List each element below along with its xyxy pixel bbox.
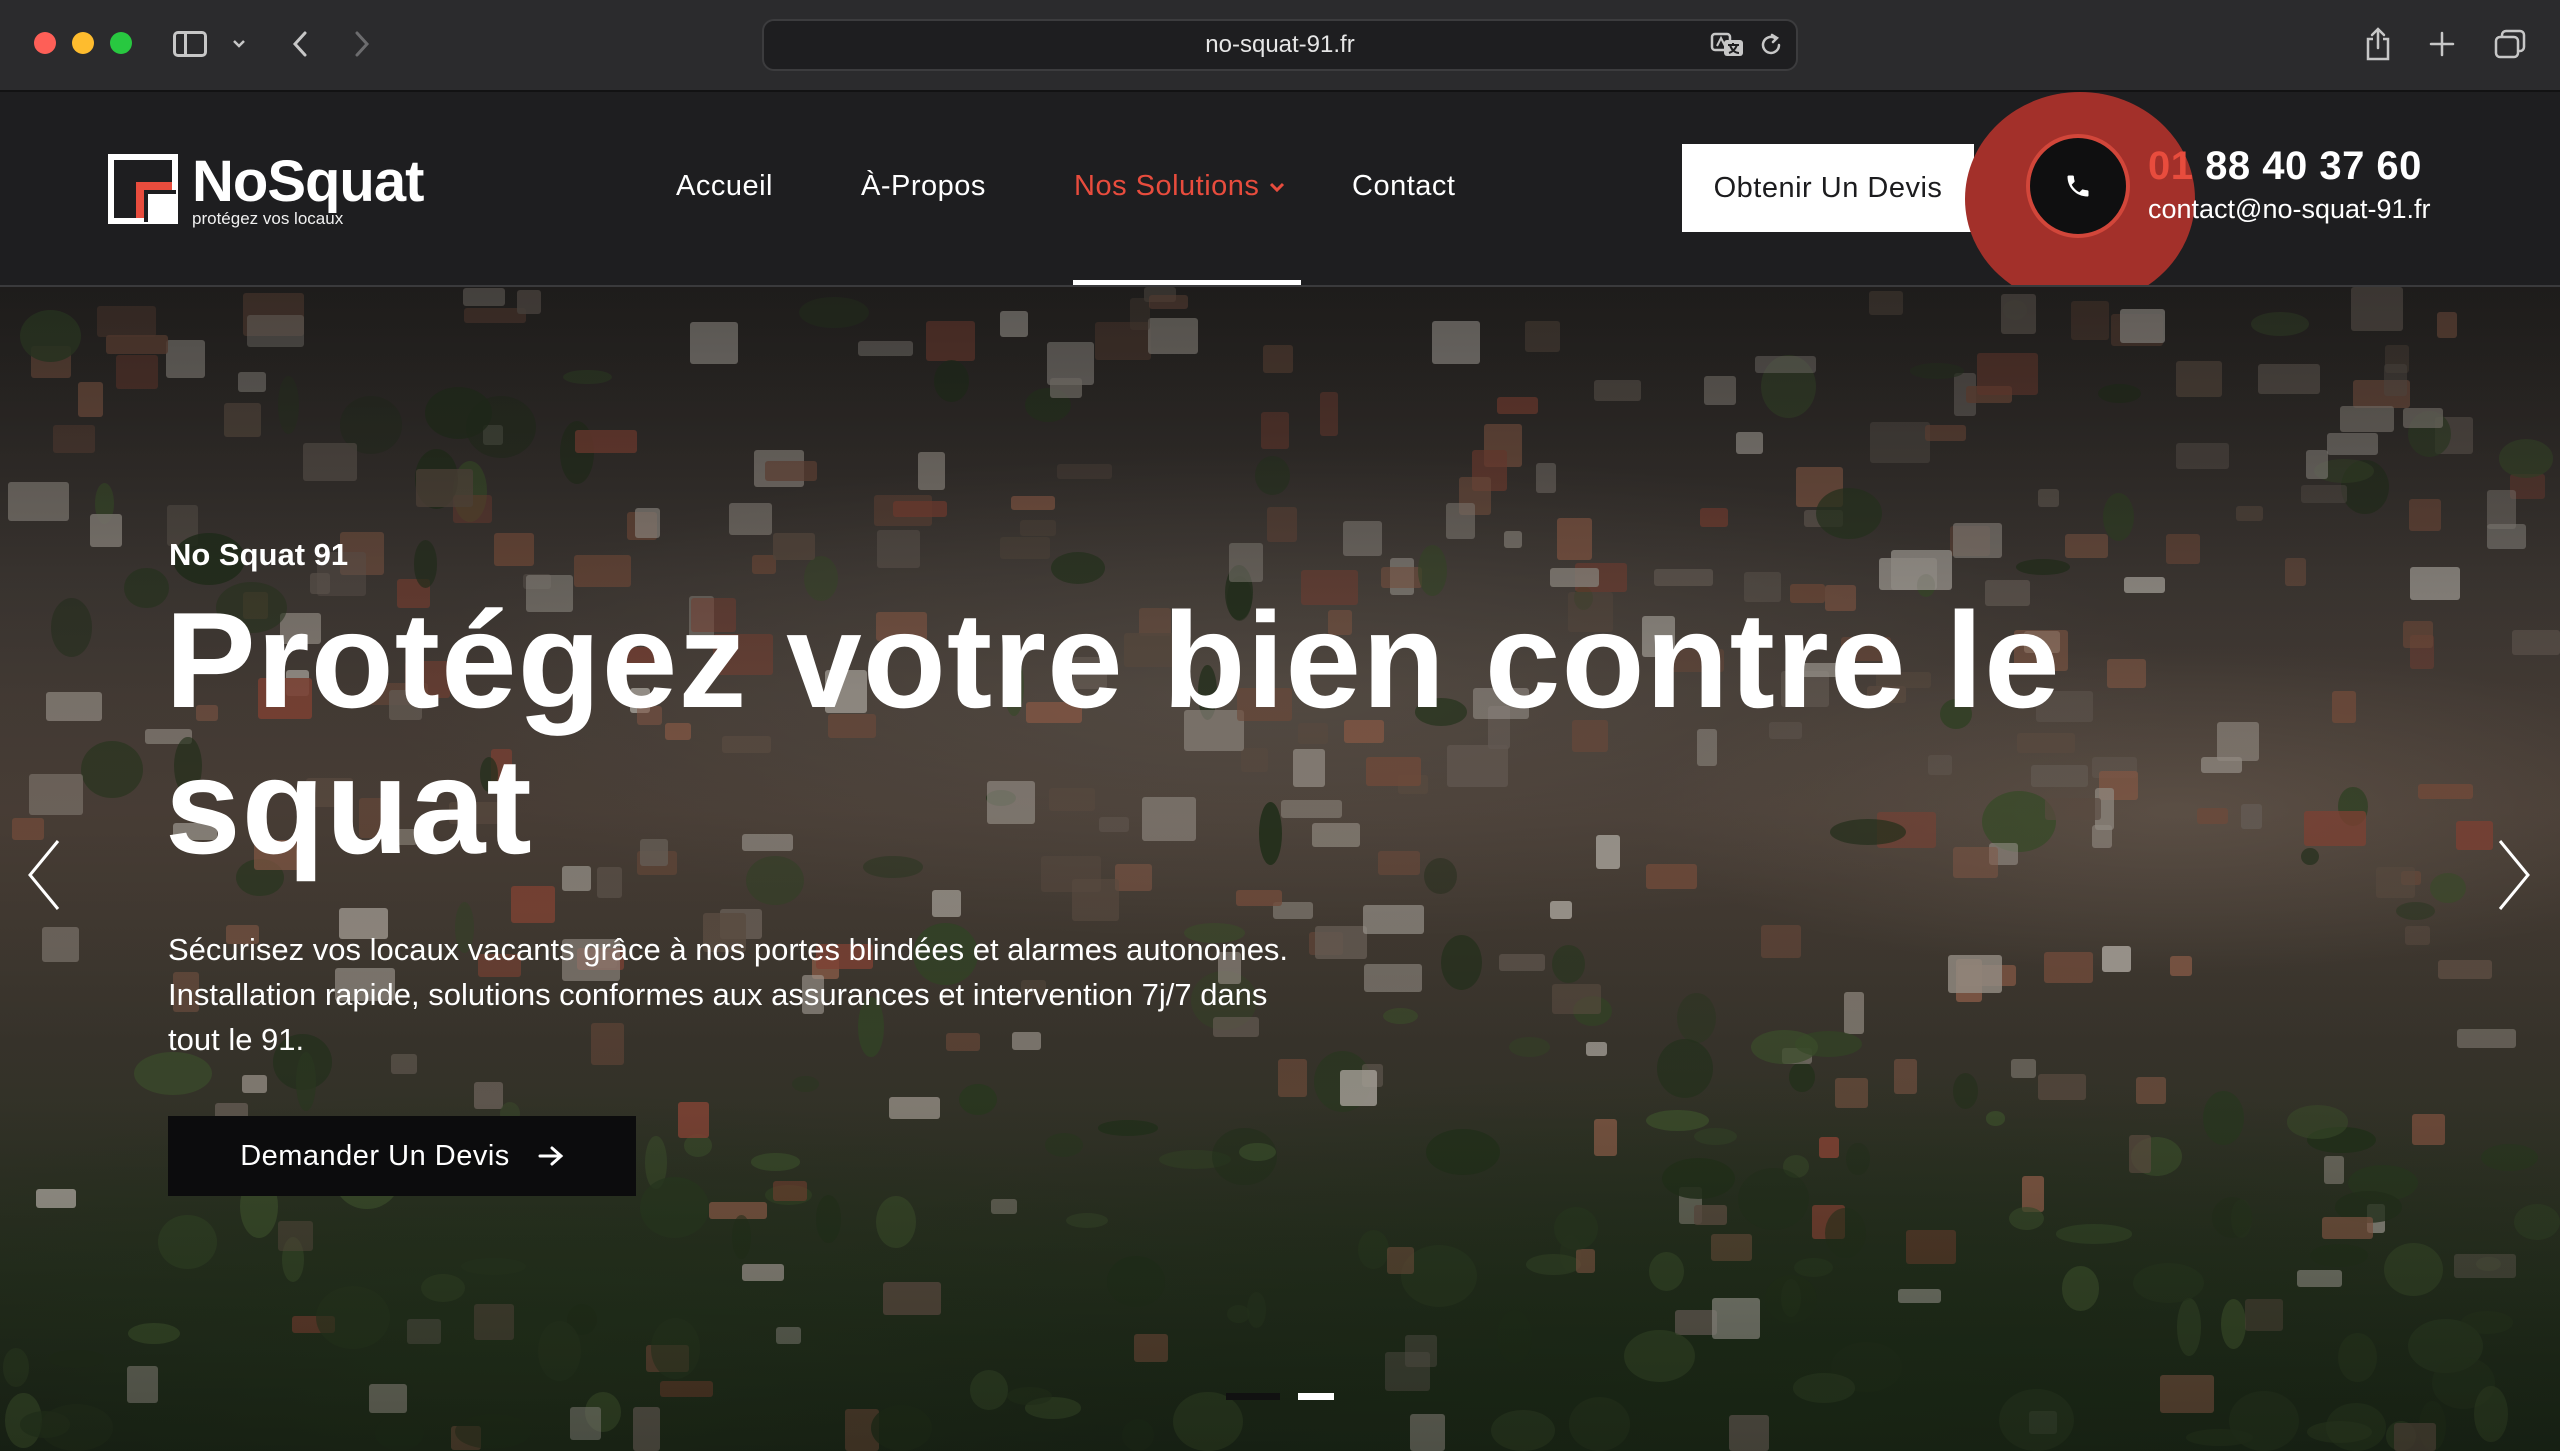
nav-item-a-propos[interactable]: À-Propos — [861, 170, 986, 203]
phone-prefix: 01 — [2148, 144, 2194, 188]
nav-item-nos-solutions[interactable]: Nos Solutions — [1074, 170, 1285, 203]
tabs-icon — [2494, 29, 2526, 59]
slider-pagination — [1226, 1393, 1334, 1400]
minimize-window-button[interactable] — [72, 32, 94, 54]
hero-title: Protégez votre bien contre le squat — [165, 584, 2061, 882]
get-quote-button[interactable]: Obtenir Un Devis — [1682, 144, 1974, 232]
phone-number[interactable]: 01 88 40 37 60 — [2148, 144, 2422, 189]
arrow-right-icon — [538, 1146, 564, 1166]
close-window-button[interactable] — [34, 32, 56, 54]
tab-overview-button[interactable] — [2490, 24, 2530, 64]
chevron-down-icon — [233, 40, 245, 48]
window-controls — [34, 32, 132, 54]
request-quote-button[interactable]: Demander Un Devis — [168, 1116, 636, 1196]
sidebar-icon — [173, 31, 207, 57]
browser-toolbar: no-squat-91.fr — [0, 0, 2560, 92]
maximize-window-button[interactable] — [110, 32, 132, 54]
nav-item-accueil[interactable]: Accueil — [676, 170, 773, 203]
chevron-left-icon — [28, 840, 60, 910]
site-logo[interactable]: NoSquat protégez vos locaux — [108, 149, 424, 228]
forward-button[interactable] — [344, 24, 380, 64]
chevron-down-icon — [1270, 182, 1285, 192]
nav-item-nos-solutions-label: Nos Solutions — [1074, 170, 1260, 202]
request-quote-label: Demander Un Devis — [240, 1139, 510, 1172]
chevron-right-icon — [2498, 840, 2530, 910]
site-header: NoSquat protégez vos locaux Accueil À-Pr… — [0, 92, 2560, 287]
new-tab-button[interactable] — [2424, 24, 2460, 64]
phone-icon — [2067, 175, 2089, 197]
url-text: no-squat-91.fr — [1205, 31, 1355, 58]
back-icon — [292, 31, 307, 57]
plus-icon — [2429, 31, 2455, 57]
back-button[interactable] — [282, 24, 318, 64]
slider-dot-1[interactable] — [1226, 1393, 1280, 1400]
translate-icon[interactable] — [1710, 31, 1746, 59]
forward-icon — [355, 31, 370, 57]
nav-item-contact[interactable]: Contact — [1352, 170, 1455, 203]
nav-active-indicator — [1073, 280, 1301, 285]
address-bar[interactable]: no-squat-91.fr — [762, 19, 1798, 71]
slider-prev-button[interactable] — [24, 837, 64, 913]
hero-slider: No Squat 91 Protégez votre bien contre l… — [0, 287, 2560, 1451]
slider-dot-2[interactable] — [1298, 1393, 1334, 1400]
logo-icon — [108, 154, 178, 224]
contact-email-link[interactable]: contact@no-squat-91.fr — [2148, 194, 2431, 225]
hero-description: Sécurisez vos locaux vacants grâce à nos… — [168, 932, 1289, 1057]
share-button[interactable] — [2360, 24, 2396, 64]
reload-icon[interactable] — [1758, 32, 1784, 58]
sidebar-toggle-button[interactable] — [170, 24, 210, 64]
share-icon — [2366, 27, 2390, 61]
slider-next-button[interactable] — [2494, 837, 2534, 913]
call-button[interactable] — [2026, 134, 2130, 238]
sidebar-menu-button[interactable] — [228, 24, 250, 64]
hero-eyebrow: No Squat 91 — [169, 537, 349, 572]
logo-name: NoSquat — [192, 149, 424, 214]
phone-rest: 88 40 37 60 — [2193, 144, 2422, 188]
logo-text: NoSquat protégez vos locaux — [192, 149, 424, 228]
